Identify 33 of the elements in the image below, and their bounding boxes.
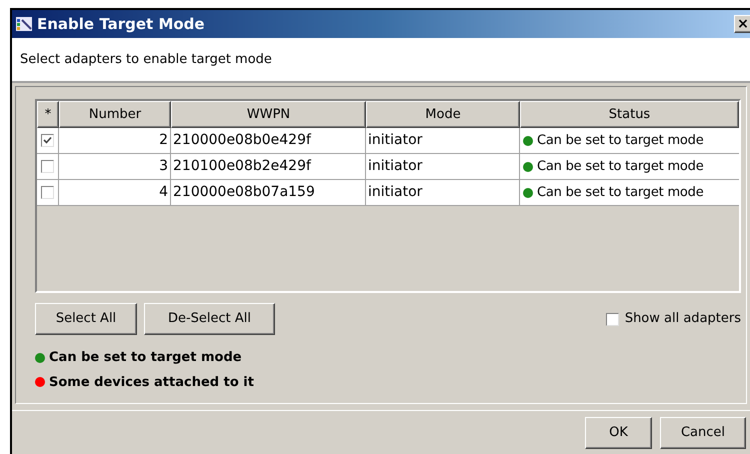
legend-label: Can be set to target mode <box>49 349 242 367</box>
show-all-label: Show all adapters <box>624 310 741 328</box>
table-cell-text: 210000e08b0e429f <box>173 131 311 150</box>
window-title: Enable Target Mode <box>37 14 205 35</box>
table-cell-text: Can be set to target mode <box>537 132 704 150</box>
table-cell-text: 210100e08b2e429f <box>173 157 311 176</box>
column-header[interactable]: WWPN <box>171 101 366 128</box>
check-icon <box>43 136 52 145</box>
table-cell-text: 4 <box>159 183 168 202</box>
table-cell-text: initiator <box>368 131 422 150</box>
instruction-text: Select adapters to enable target mode <box>20 50 272 69</box>
column-header[interactable]: Mode <box>366 101 520 128</box>
table-cell-text: Can be set to target mode <box>537 158 704 176</box>
legend-label: Some devices attached to it <box>49 374 254 392</box>
deselect-all-button[interactable]: De-Select All <box>144 303 275 335</box>
column-header[interactable]: Status <box>520 101 739 128</box>
column-header[interactable]: * <box>37 101 59 128</box>
table-cell-text: 2 <box>159 131 168 150</box>
table-cell-text: 3 <box>159 157 168 176</box>
table-cell-text: initiator <box>368 157 422 176</box>
table-cell-text: initiator <box>368 183 422 202</box>
app-icon <box>16 16 32 32</box>
show-all-checkbox[interactable] <box>606 312 619 326</box>
row-checkbox[interactable] <box>41 160 54 173</box>
column-header[interactable]: Number <box>59 101 171 128</box>
close-button[interactable]: × <box>734 15 750 33</box>
select-all-button[interactable]: Select All <box>35 303 137 335</box>
row-checkbox[interactable] <box>41 134 54 147</box>
row-checkbox[interactable] <box>41 186 54 199</box>
ok-button[interactable]: OK <box>585 416 652 448</box>
cancel-button[interactable]: Cancel <box>660 416 746 448</box>
table-cell-text: 210000e08b07a159 <box>173 183 315 202</box>
table-cell-text: Can be set to target mode <box>537 184 704 202</box>
